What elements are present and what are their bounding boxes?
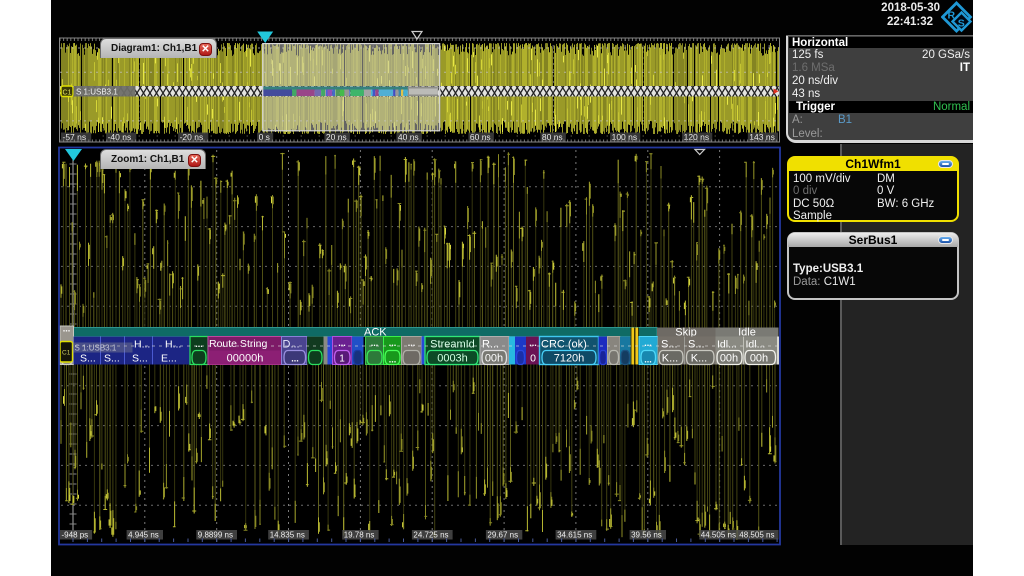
svg-text:S...: S...	[661, 339, 678, 351]
svg-text:48.505 ns: 48.505 ns	[739, 531, 774, 540]
svg-text:34.615 ns: 34.615 ns	[557, 531, 592, 540]
svg-text:Route String: Route String	[209, 338, 268, 350]
svg-text:Idl...: Idl...	[717, 339, 737, 351]
svg-text:1: 1	[339, 354, 345, 365]
svg-text:...: ...	[389, 355, 397, 365]
svg-text:20 ns: 20 ns	[326, 132, 347, 142]
svg-text:60 ns: 60 ns	[470, 132, 491, 142]
svg-text:E...: E...	[161, 353, 177, 365]
svg-text:D...: D...	[283, 339, 300, 351]
svg-text:0: 0	[530, 353, 536, 365]
svg-text:40 ns: 40 ns	[398, 132, 419, 142]
svg-text:-20 ns: -20 ns	[180, 132, 204, 142]
svg-text:-40 ns: -40 ns	[108, 132, 132, 142]
svg-text:CRC (ok): CRC (ok)	[541, 339, 587, 351]
svg-text:-948 ps: -948 ps	[62, 531, 89, 540]
svg-text:StreamId: StreamId	[430, 339, 475, 351]
svg-text:00h: 00h	[485, 353, 503, 365]
svg-text:C1: C1	[62, 350, 71, 357]
svg-text:29.67 ns: 29.67 ns	[487, 531, 518, 540]
svg-text:00h: 00h	[750, 353, 768, 365]
svg-text:S...: S...	[80, 353, 96, 365]
svg-text:S...: S...	[132, 353, 148, 365]
svg-text:H...: H...	[165, 339, 181, 351]
svg-text:0 s: 0 s	[259, 132, 270, 142]
svg-text:Idl...: Idl...	[746, 339, 766, 351]
svg-text:...: ...	[63, 324, 71, 334]
svg-text:S...: S...	[104, 353, 120, 365]
svg-text:...: ...	[291, 354, 299, 364]
svg-text:00h: 00h	[720, 353, 738, 365]
svg-text:7120h: 7120h	[554, 353, 585, 365]
svg-text:00000h: 00000h	[227, 353, 264, 365]
svg-text:9.8899 ns: 9.8899 ns	[198, 531, 233, 540]
svg-text:...: ...	[195, 339, 203, 349]
svg-text:S: S	[958, 18, 965, 30]
svg-text:24.725 ns: 24.725 ns	[413, 531, 448, 540]
svg-text:K...: K...	[662, 353, 679, 365]
svg-text:H...: H...	[134, 339, 150, 351]
svg-text:...: ...	[644, 355, 652, 365]
svg-text:R...: R...	[482, 339, 499, 351]
svg-text:S 1:USB3.1: S 1:USB3.1	[75, 344, 117, 353]
svg-text:120 ns: 120 ns	[684, 132, 710, 142]
svg-text:100 ns: 100 ns	[612, 132, 638, 142]
svg-text:S 1:USB3.1: S 1:USB3.1	[76, 88, 118, 97]
svg-text:4.945 ns: 4.945 ns	[128, 531, 159, 540]
svg-text:S...: S...	[688, 339, 705, 351]
svg-text:80 ns: 80 ns	[542, 132, 563, 142]
svg-text:K...: K...	[691, 353, 708, 365]
svg-text:39.56 ns: 39.56 ns	[631, 531, 662, 540]
svg-text:19.78 ns: 19.78 ns	[344, 531, 375, 540]
svg-text:C1: C1	[63, 90, 72, 97]
svg-text:44.505 ns: 44.505 ns	[701, 531, 736, 540]
svg-text:0003h: 0003h	[437, 353, 468, 365]
svg-text:14.835 ns: 14.835 ns	[270, 531, 305, 540]
